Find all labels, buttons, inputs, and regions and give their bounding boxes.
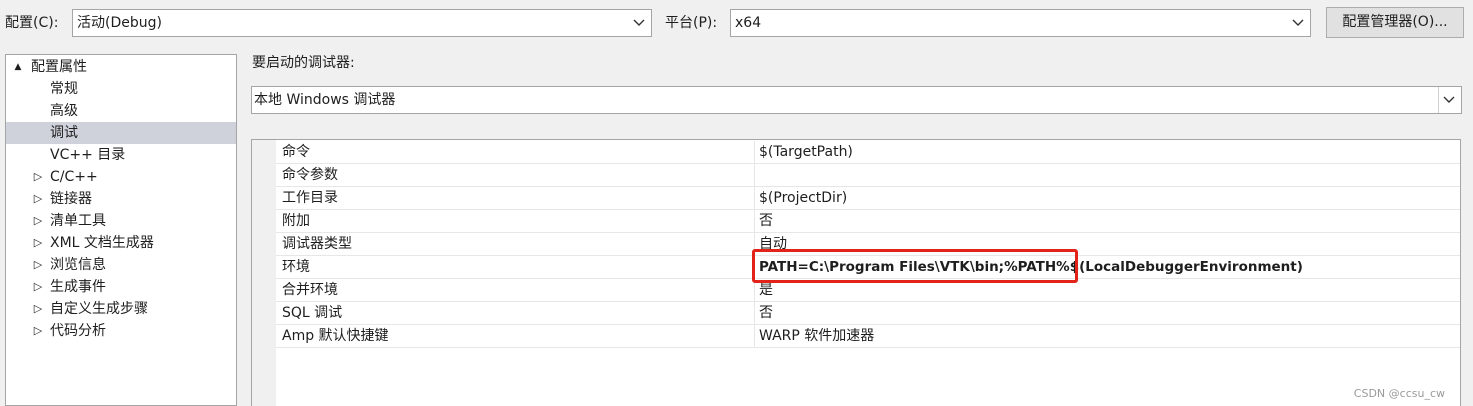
config-value: 活动(Debug) — [77, 15, 162, 31]
property-value[interactable]: $(TargetPath) — [759, 141, 853, 164]
tree-item-cpp[interactable]: ▷ C/C++ — [6, 166, 236, 188]
column-divider — [754, 141, 755, 163]
property-row-command-args[interactable]: 命令参数 — [276, 164, 1460, 187]
expand-right-icon[interactable]: ▷ — [32, 276, 44, 298]
tree-item-manifest-tool[interactable]: ▷ 清单工具 — [6, 210, 236, 232]
property-name: 命令 — [282, 144, 310, 160]
tree-item-label: 高级 — [50, 103, 78, 119]
tree-item-label: 清单工具 — [50, 213, 106, 229]
platform-label: 平台(P): — [665, 15, 718, 31]
tree-item-code-analysis[interactable]: ▷ 代码分析 — [6, 320, 236, 342]
tree-item-linker[interactable]: ▷ 链接器 — [6, 188, 236, 210]
property-name: 合并环境 — [282, 282, 338, 298]
expand-right-icon[interactable]: ▷ — [32, 166, 44, 188]
property-row-command[interactable]: 命令 $(TargetPath) — [276, 141, 1460, 164]
watermark: CSDN @ccsu_cw — [1353, 387, 1445, 400]
tree-item-label: 自定义生成步骤 — [50, 301, 148, 317]
debugger-value: 本地 Windows 调试器 — [254, 92, 396, 108]
expand-right-icon[interactable]: ▷ — [32, 298, 44, 320]
column-divider — [754, 210, 755, 232]
tree-item-browse-info[interactable]: ▷ 浏览信息 — [6, 254, 236, 276]
tree-item-build-events[interactable]: ▷ 生成事件 — [6, 276, 236, 298]
property-value[interactable]: 否 — [759, 302, 773, 325]
chevron-down-icon[interactable] — [1438, 87, 1459, 113]
property-row-attach[interactable]: 附加 否 — [276, 210, 1460, 233]
tree-item-label: XML 文档生成器 — [50, 235, 154, 251]
platform-value: x64 — [735, 15, 762, 31]
tree-item-config-props[interactable]: ▲ 配置属性 — [6, 56, 236, 78]
tree-item-label: 代码分析 — [50, 323, 106, 339]
column-divider — [754, 325, 755, 347]
expand-right-icon[interactable]: ▷ — [32, 254, 44, 276]
property-name: 命令参数 — [282, 167, 338, 183]
column-divider — [754, 302, 755, 324]
tree-item-custom-build[interactable]: ▷ 自定义生成步骤 — [6, 298, 236, 320]
property-name: 工作目录 — [282, 190, 338, 206]
property-tree: ▲ 配置属性 常规 高级 调试 VC++ 目录 ▷ C/C++ ▷ 链接器 ▷ … — [5, 54, 237, 406]
platform-dropdown[interactable]: x64 — [730, 9, 1311, 37]
tree-item-vc-dirs[interactable]: VC++ 目录 — [6, 144, 236, 166]
tree-item-label: 浏览信息 — [50, 257, 106, 273]
debugger-label: 要启动的调试器: — [252, 55, 355, 71]
expand-right-icon[interactable]: ▷ — [32, 210, 44, 232]
expand-down-icon[interactable]: ▲ — [12, 56, 24, 78]
property-name: 附加 — [282, 213, 310, 229]
property-row-sql-debug[interactable]: SQL 调试 否 — [276, 302, 1460, 325]
column-divider — [754, 164, 755, 186]
expand-right-icon[interactable]: ▷ — [32, 188, 44, 210]
chevron-down-icon — [631, 10, 647, 36]
tree-item-label: 调试 — [50, 125, 78, 141]
tree-item-label: 配置属性 — [31, 59, 87, 75]
tree-item-label: VC++ 目录 — [50, 147, 126, 163]
chevron-down-icon — [1290, 10, 1306, 36]
config-label: 配置(C): — [5, 15, 59, 31]
column-divider — [754, 187, 755, 209]
grid-gutter — [252, 140, 276, 406]
config-dropdown[interactable]: 活动(Debug) — [72, 9, 652, 37]
expand-right-icon[interactable]: ▷ — [32, 232, 44, 254]
debugger-dropdown[interactable]: 本地 Windows 调试器 — [251, 86, 1462, 114]
tree-item-xml-doc[interactable]: ▷ XML 文档生成器 — [6, 232, 236, 254]
tree-item-general[interactable]: 常规 — [6, 78, 236, 100]
property-row-amp-accelerator[interactable]: Amp 默认快捷键 WARP 软件加速器 — [276, 325, 1460, 348]
tree-item-debugging[interactable]: 调试 — [6, 122, 236, 144]
property-value[interactable]: WARP 软件加速器 — [759, 325, 874, 348]
tree-item-label: C/C++ — [50, 169, 98, 185]
tree-item-label: 生成事件 — [50, 279, 106, 295]
property-value[interactable]: $(ProjectDir) — [759, 187, 847, 210]
tree-item-label: 常规 — [50, 81, 78, 97]
property-name: SQL 调试 — [282, 305, 343, 321]
property-row-working-dir[interactable]: 工作目录 $(ProjectDir) — [276, 187, 1460, 210]
tree-item-advanced[interactable]: 高级 — [6, 100, 236, 122]
property-name: 调试器类型 — [282, 236, 352, 252]
highlight-box — [752, 249, 1078, 283]
property-name: 环境 — [282, 259, 310, 275]
property-name: Amp 默认快捷键 — [282, 328, 389, 344]
tree-item-label: 链接器 — [50, 191, 92, 207]
config-manager-button[interactable]: 配置管理器(O)... — [1326, 7, 1464, 38]
expand-right-icon[interactable]: ▷ — [32, 320, 44, 342]
property-value[interactable]: 否 — [759, 210, 773, 233]
